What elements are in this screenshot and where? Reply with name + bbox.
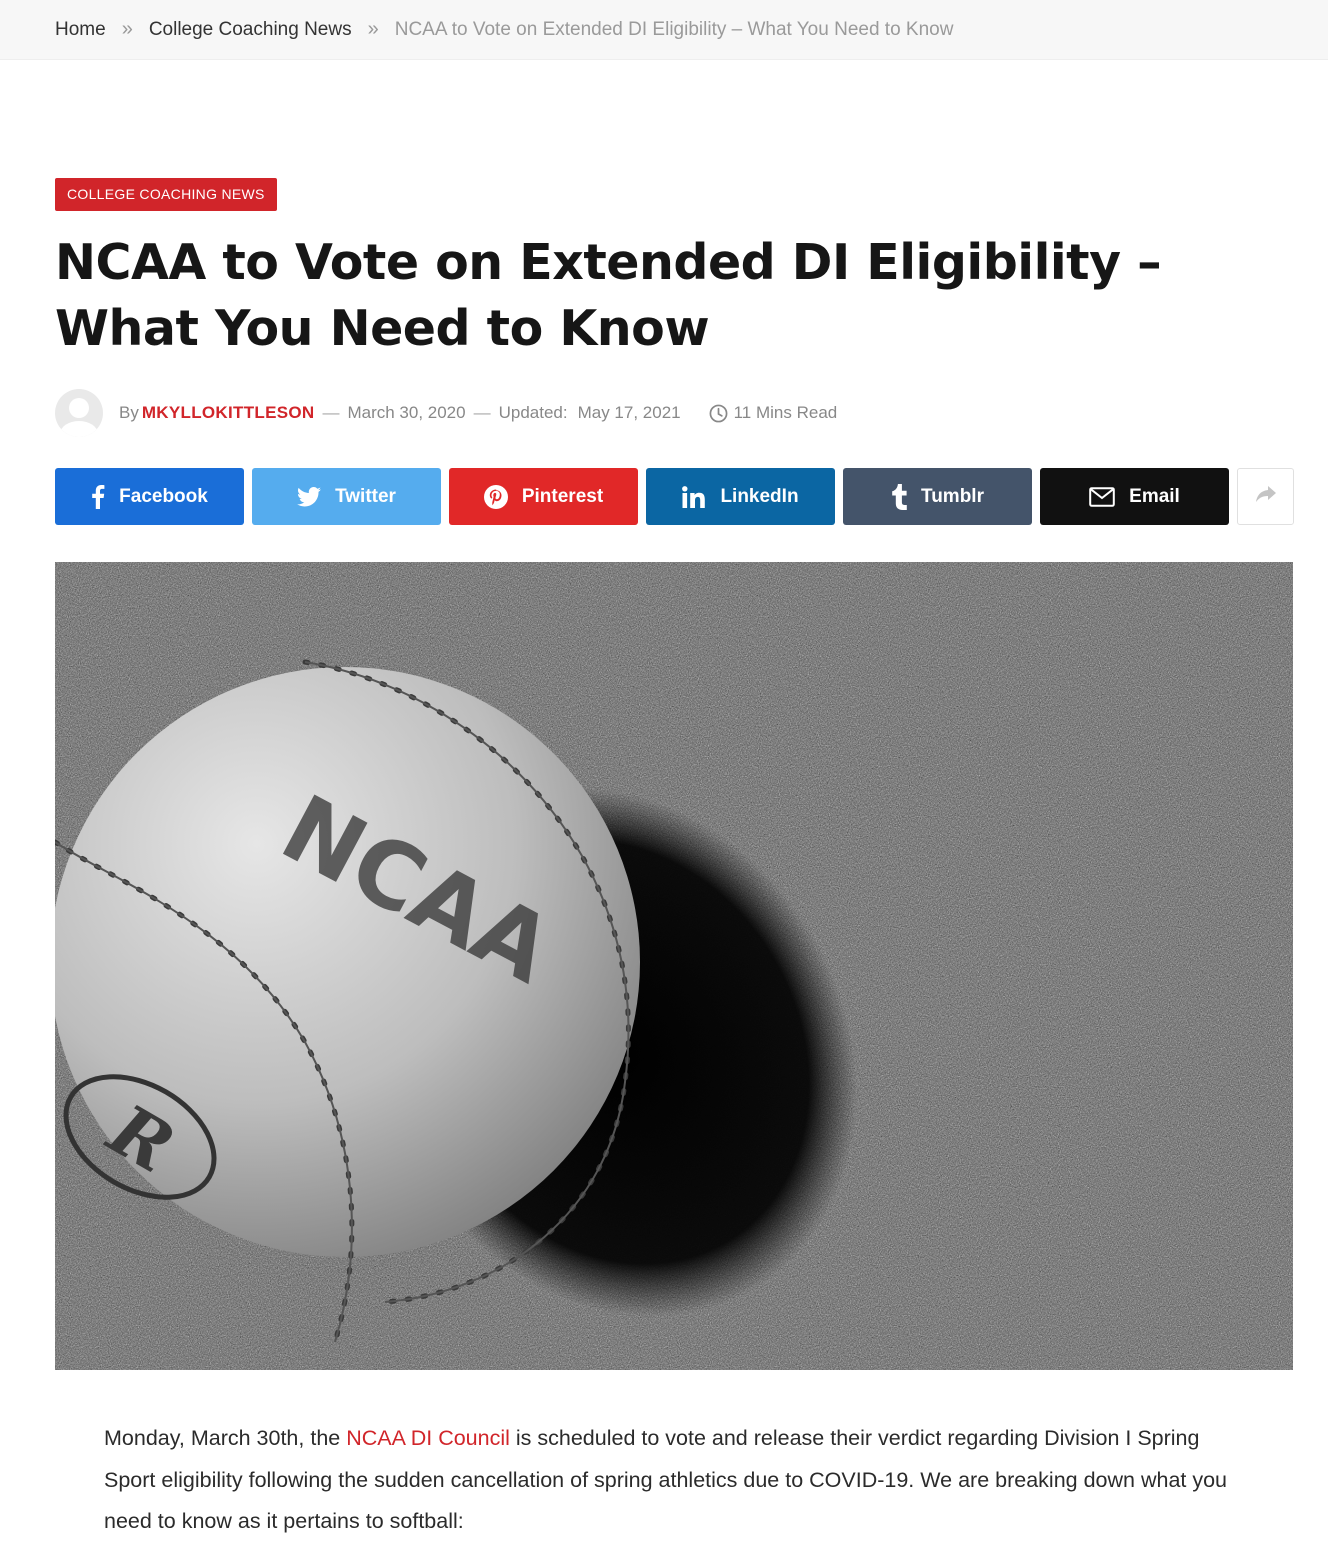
updated-date: May 17, 2021: [577, 403, 681, 422]
email-icon: [1089, 486, 1115, 507]
article-meta: By MKYLLOKITTLESON — March 30, 2020 — Up…: [55, 388, 837, 438]
read-time-label: 11 Mins Read: [733, 403, 838, 422]
share-tumblr-label: Tumblr: [921, 485, 984, 507]
meta-separator: —: [322, 403, 340, 422]
share-facebook-button[interactable]: Facebook: [55, 468, 244, 525]
share-linkedin-label: LinkedIn: [720, 485, 799, 507]
share-pinterest-button[interactable]: Pinterest: [449, 468, 638, 525]
linkedin-icon: [682, 485, 706, 508]
share-arrow-icon: [1255, 486, 1276, 507]
share-more-button[interactable]: [1237, 468, 1294, 525]
breadcrumb-separator: »: [121, 18, 133, 40]
share-buttons: Facebook Twitter Pinterest LinkedIn Tumb…: [55, 468, 1294, 525]
share-twitter-button[interactable]: Twitter: [252, 468, 441, 525]
share-twitter-label: Twitter: [335, 485, 396, 507]
author-link[interactable]: MKYLLOKITTLESON: [142, 403, 315, 423]
share-pinterest-label: Pinterest: [521, 485, 604, 507]
twitter-icon: [297, 486, 322, 507]
share-linkedin-button[interactable]: LinkedIn: [646, 468, 835, 525]
category-badge[interactable]: COLLEGE COACHING NEWS: [55, 178, 277, 211]
ncaa-di-council-link[interactable]: NCAA DI Council: [346, 1426, 510, 1450]
by-label: By: [119, 403, 139, 422]
meta-separator: —: [473, 403, 491, 422]
pinterest-icon: [483, 484, 508, 509]
author-avatar[interactable]: [55, 389, 103, 437]
article-title: NCAA to Vote on Extended DI Eligibility …: [55, 234, 1162, 357]
share-email-button[interactable]: Email: [1040, 468, 1229, 525]
intro-lead-text: Monday, March 30th, the: [104, 1426, 347, 1450]
breadcrumb-home-link[interactable]: Home: [55, 19, 106, 41]
breadcrumb-category-link[interactable]: College Coaching News: [149, 19, 352, 41]
published-date: March 30, 2020: [347, 403, 466, 422]
softball-photo: NCAA R: [55, 562, 1293, 1370]
breadcrumb-current: NCAA to Vote on Extended DI Eligibility …: [394, 18, 954, 40]
updated-label: Updated:: [498, 403, 568, 422]
tumblr-icon: [891, 483, 907, 510]
article-intro: Monday, March 30th, the NCAA DI Council …: [104, 1418, 1254, 1543]
breadcrumb-separator: »: [367, 18, 379, 40]
share-tumblr-button[interactable]: Tumblr: [843, 468, 1032, 525]
read-time: 11 Mins Read: [709, 403, 838, 423]
featured-image: NCAA R: [55, 562, 1293, 1370]
facebook-icon: [91, 484, 105, 509]
breadcrumb: Home » College Coaching News » NCAA to V…: [0, 0, 1328, 60]
share-facebook-label: Facebook: [119, 485, 208, 507]
share-email-label: Email: [1129, 485, 1180, 507]
clock-icon: [709, 404, 728, 422]
